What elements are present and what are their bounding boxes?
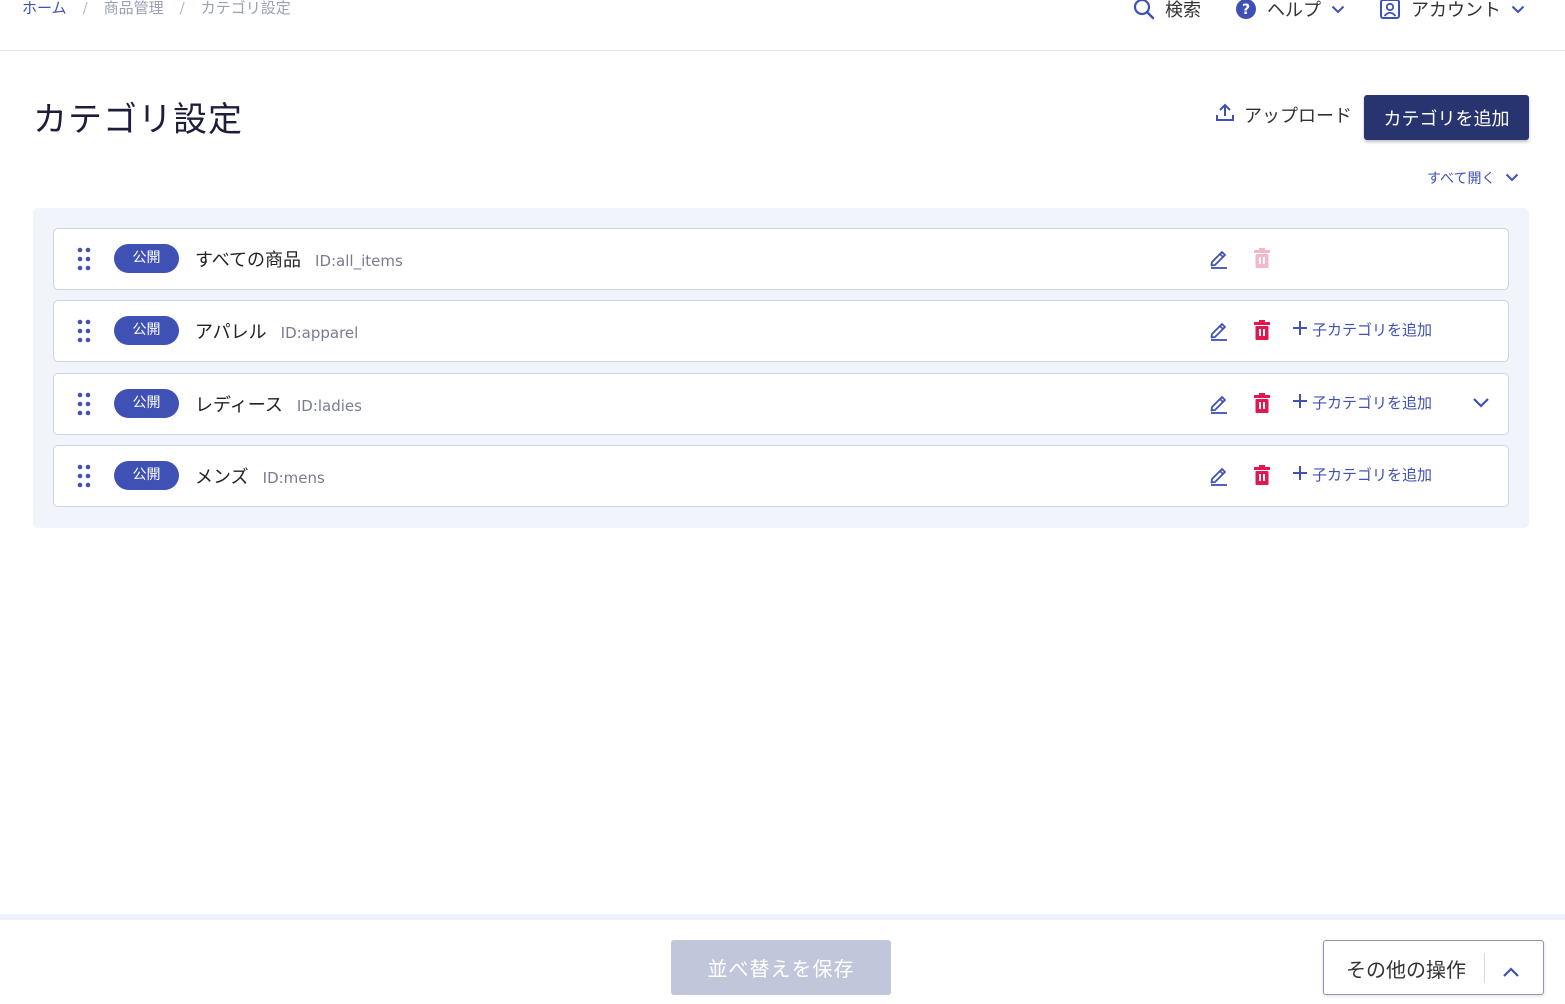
category-name-text: メンズ: [195, 467, 249, 488]
upload-button[interactable]: アップロード: [1214, 101, 1352, 128]
category-name: レディース ID:ladies: [195, 391, 362, 417]
help-icon: ?: [1235, 0, 1257, 20]
account-nav-label: アカウント: [1411, 0, 1501, 21]
other-actions-button[interactable]: その他の操作: [1323, 940, 1544, 995]
trash-icon[interactable]: [1253, 319, 1271, 345]
search-nav-button[interactable]: 検索: [1133, 0, 1201, 22]
add-child-category-label: 子カテゴリを追加: [1312, 321, 1433, 339]
upload-icon: [1214, 101, 1236, 128]
category-id: ID:all_items: [315, 252, 403, 270]
category-id: ID:apparel: [280, 324, 359, 342]
top-navigation: 検索 ? ヘルプ アカウント: [1099, 0, 1525, 22]
category-name-text: レディース: [195, 395, 283, 416]
drag-handle-icon[interactable]: [76, 392, 92, 416]
drag-handle-icon[interactable]: [76, 464, 92, 488]
add-child-category-label: 子カテゴリを追加: [1312, 466, 1433, 484]
help-nav-label: ヘルプ: [1267, 0, 1321, 21]
category-name: すべての商品 ID:all_items: [195, 246, 403, 272]
breadcrumb-product-management[interactable]: 商品管理: [104, 0, 164, 18]
breadcrumb: ホーム / 商品管理 / カテゴリ設定: [22, 0, 291, 18]
button-divider: [1484, 953, 1485, 983]
category-list: 公開 すべての商品 ID:all_items 公開 アパレル ID:apparel …: [33, 208, 1529, 528]
plus-icon: [1292, 393, 1308, 413]
category-row: 公開 レディース ID:ladies 子カテゴリを追加: [53, 373, 1509, 435]
status-badge: 公開: [114, 244, 179, 273]
search-icon: [1133, 0, 1155, 20]
plus-icon: [1292, 465, 1308, 485]
chevron-down-icon[interactable]: [1472, 393, 1490, 417]
category-name-text: すべての商品: [195, 250, 302, 271]
status-badge: 公開: [114, 461, 179, 490]
breadcrumb-separator: /: [179, 0, 185, 17]
status-badge: 公開: [114, 389, 179, 418]
edit-icon[interactable]: [1208, 247, 1230, 273]
trash-icon[interactable]: [1253, 392, 1271, 418]
edit-icon[interactable]: [1208, 392, 1230, 418]
category-name-text: アパレル: [195, 322, 267, 343]
add-child-category-button[interactable]: 子カテゴリを追加: [1292, 464, 1432, 485]
chevron-up-icon: [1502, 959, 1520, 983]
expand-all-label: すべて開く: [1427, 171, 1496, 187]
edit-icon[interactable]: [1208, 319, 1230, 345]
expand-all-toggle[interactable]: すべて開く: [1427, 168, 1519, 188]
chevron-down-icon: [1511, 5, 1525, 14]
svg-text:?: ?: [1242, 2, 1250, 18]
category-row: 公開 すべての商品 ID:all_items: [53, 228, 1509, 290]
chevron-down-icon: [1331, 5, 1345, 14]
footer-bar: 並べ替えを保存 その他の操作: [0, 914, 1565, 1004]
trash-icon[interactable]: [1253, 464, 1271, 490]
trash-icon: [1253, 247, 1271, 273]
category-row: 公開 アパレル ID:apparel 子カテゴリを追加: [53, 300, 1509, 362]
category-name: アパレル ID:apparel: [195, 318, 358, 344]
account-nav-button[interactable]: アカウント: [1379, 0, 1525, 22]
account-icon: [1379, 0, 1401, 20]
add-child-category-button[interactable]: 子カテゴリを追加: [1292, 319, 1432, 340]
upload-button-label: アップロード: [1244, 105, 1352, 127]
add-child-category-button[interactable]: 子カテゴリを追加: [1292, 392, 1432, 413]
add-child-category-label: 子カテゴリを追加: [1312, 394, 1433, 412]
add-category-button[interactable]: カテゴリを追加: [1364, 95, 1529, 140]
top-bar: ホーム / 商品管理 / カテゴリ設定 検索 ? ヘルプ アカウント: [0, 0, 1565, 51]
chevron-down-icon: [1505, 170, 1519, 186]
breadcrumb-home[interactable]: ホーム: [22, 0, 67, 18]
status-badge: 公開: [114, 316, 179, 345]
category-id: ID:mens: [262, 469, 325, 487]
category-id: ID:ladies: [296, 397, 362, 415]
drag-handle-icon[interactable]: [76, 319, 92, 343]
page-title: カテゴリ設定: [33, 100, 243, 140]
category-name: メンズ ID:mens: [195, 463, 325, 489]
save-order-button[interactable]: 並べ替えを保存: [671, 940, 891, 995]
category-row: 公開 メンズ ID:mens 子カテゴリを追加: [53, 445, 1509, 507]
breadcrumb-separator: /: [82, 0, 88, 17]
other-actions-label: その他の操作: [1346, 958, 1466, 982]
plus-icon: [1292, 320, 1308, 340]
edit-icon[interactable]: [1208, 464, 1230, 490]
breadcrumb-current: カテゴリ設定: [200, 0, 291, 17]
drag-handle-icon[interactable]: [76, 247, 92, 271]
search-nav-label: 検索: [1165, 0, 1201, 21]
help-nav-button[interactable]: ? ヘルプ: [1235, 0, 1345, 22]
